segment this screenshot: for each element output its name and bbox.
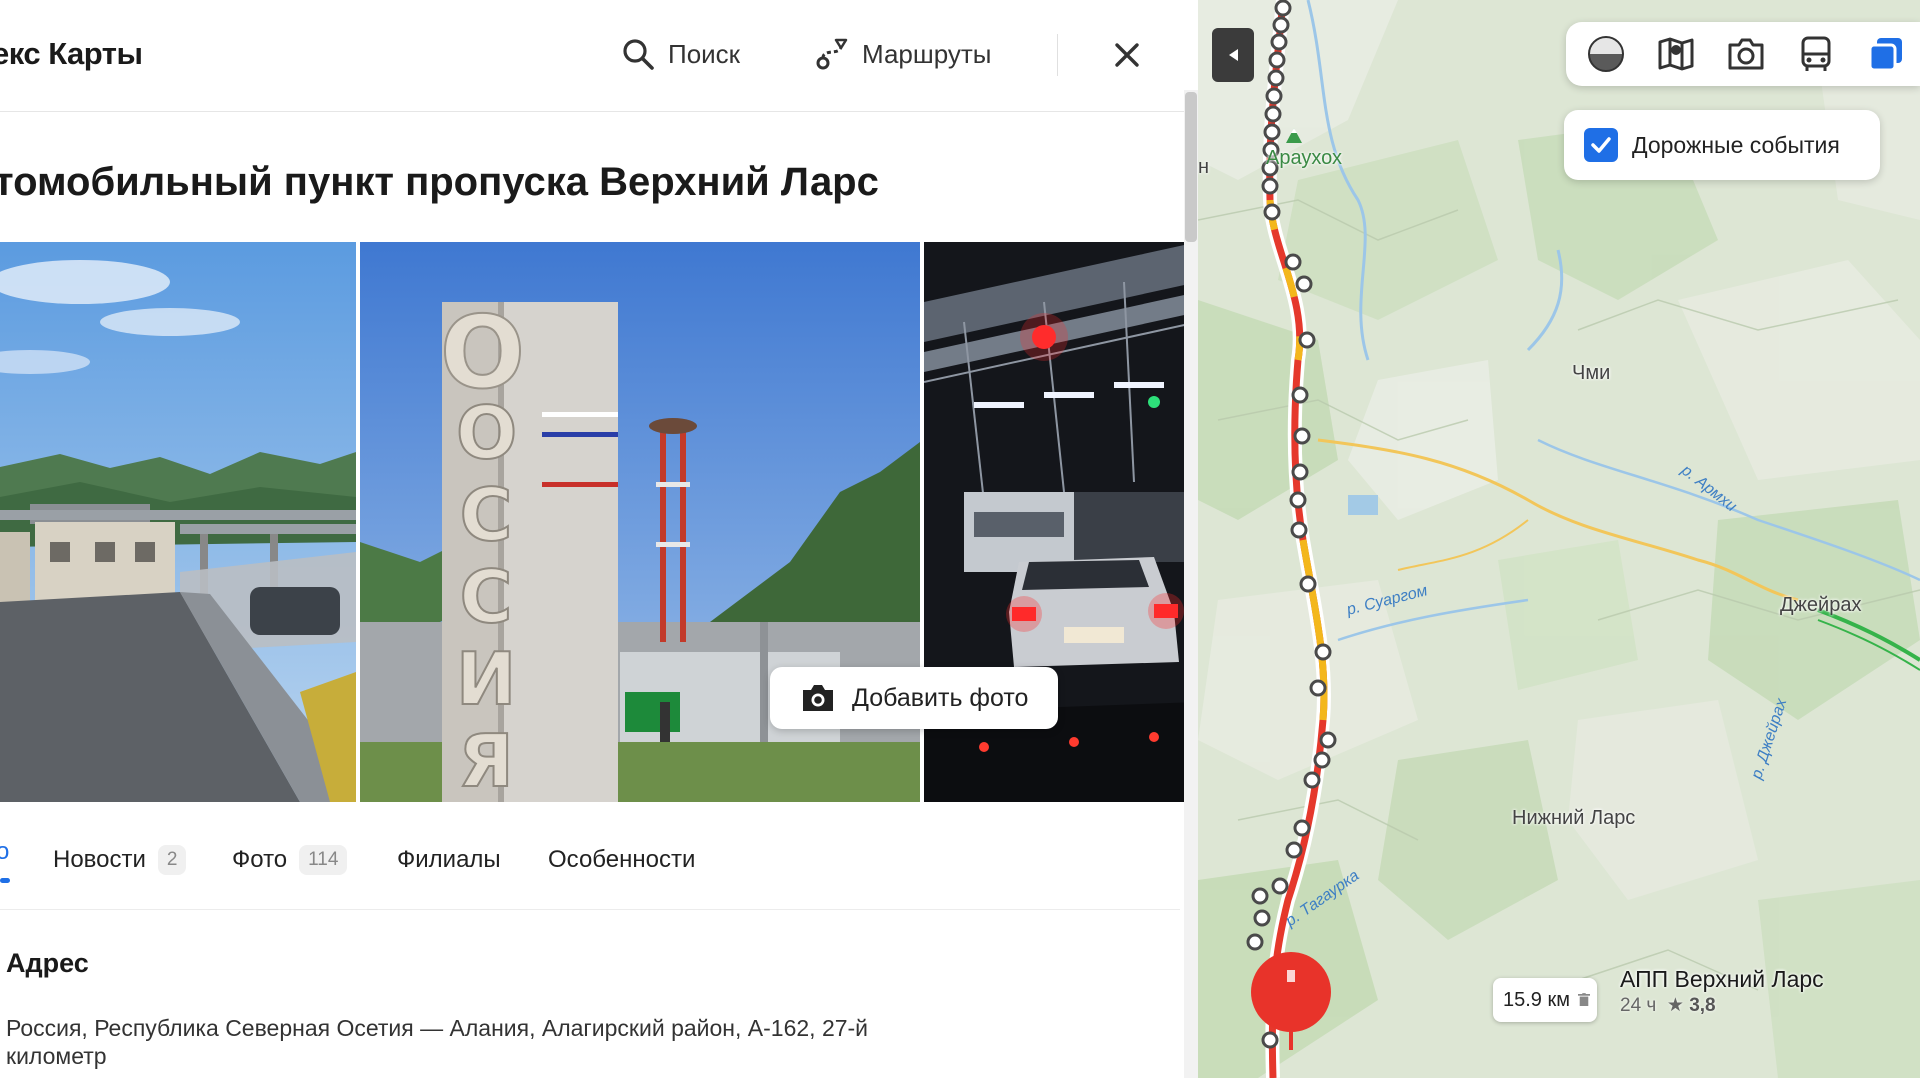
- address-heading: Адрес: [6, 948, 89, 978]
- map-layers-toolbar: [1566, 22, 1920, 86]
- poi-name[interactable]: АПП Верхний Ларс: [1620, 966, 1824, 993]
- tab-count-badge: 114: [299, 845, 348, 875]
- tab-branches[interactable]: Филиалы: [397, 838, 501, 882]
- road-events-toggle[interactable]: Дорожные события: [1564, 110, 1880, 180]
- map-label-edge: н: [1198, 156, 1210, 178]
- place-panel: екс Карты Поиск Маршруты томобильный пун…: [0, 0, 1198, 1078]
- transit-icon[interactable]: [1796, 34, 1836, 74]
- add-photo-label: Добавить фото: [852, 683, 1029, 712]
- search-label: Поиск: [668, 38, 741, 69]
- map-view[interactable]: Дорожные события н Араухох Чми Джейрах Н…: [1198, 0, 1920, 1078]
- star-icon: ★: [1661, 995, 1684, 1016]
- search-icon: [623, 39, 654, 70]
- tab-news[interactable]: Новости 2: [53, 838, 187, 882]
- collapse-panel-button[interactable]: [1212, 28, 1254, 82]
- tab-label: Филиалы: [397, 846, 501, 873]
- tab-features[interactable]: Особенности: [548, 838, 695, 882]
- panel-header: екс Карты Поиск Маршруты: [0, 0, 1198, 112]
- tab-photos[interactable]: Фото 114: [232, 838, 348, 882]
- camera-icon[interactable]: [1726, 34, 1766, 74]
- brand-logo[interactable]: екс Карты: [0, 36, 143, 72]
- panorama-icon[interactable]: [1586, 34, 1626, 74]
- map-label-araukhokh: Араухох: [1266, 147, 1343, 169]
- close-button[interactable]: [1106, 34, 1148, 76]
- checkmark-icon: [1591, 137, 1611, 153]
- address-text[interactable]: Россия, Республика Северная Осетия — Ала…: [6, 1014, 946, 1070]
- trash-icon: [1577, 993, 1590, 1006]
- panel-scrollbar-thumb[interactable]: [1185, 92, 1197, 242]
- tab-label: Фото: [232, 846, 288, 873]
- tab-count-badge: 2: [157, 845, 187, 875]
- tab-label: Новости: [53, 846, 146, 873]
- tab-label: Особенности: [548, 846, 696, 873]
- header-divider: [1057, 34, 1058, 76]
- map-label-nizhniy-lars: Нижний Ларс: [1512, 807, 1636, 829]
- routes-label: Маршруты: [862, 38, 992, 69]
- route-distance: 15.9 км: [1503, 988, 1570, 1011]
- poi-hours: 24 ч: [1620, 995, 1657, 1016]
- route-icon: [816, 38, 848, 70]
- map-layers-icon[interactable]: [1656, 34, 1696, 74]
- place-tabs: Новости 2 Фото 114 Филиалы Особенности: [0, 828, 1180, 910]
- map-label-chmi: Чми: [1572, 362, 1611, 384]
- search-button[interactable]: Поиск: [620, 30, 740, 78]
- routes-button[interactable]: Маршруты: [814, 30, 992, 78]
- route-distance-badge[interactable]: 15.9 км: [1493, 978, 1597, 1022]
- checkpoint-photo-image: [0, 242, 356, 802]
- sign-vertical-text: ОССИЯ: [455, 391, 518, 802]
- camera-icon: [803, 685, 833, 711]
- poi-meta: 24 ч ★ 3,8: [1620, 994, 1716, 1017]
- poi-rating: 3,8: [1689, 995, 1716, 1016]
- road-events-checkbox[interactable]: [1584, 128, 1618, 162]
- gallery-photo[interactable]: [0, 242, 356, 802]
- layers-icon[interactable]: [1866, 34, 1906, 74]
- map-label-dzheyrakh: Джейрах: [1780, 594, 1862, 616]
- place-title: томобильный пункт пропуска Верхний Ларс: [0, 160, 879, 204]
- close-icon: [1115, 43, 1139, 67]
- road-events-label: Дорожные события: [1632, 131, 1840, 158]
- add-photo-button[interactable]: Добавить фото: [770, 667, 1058, 729]
